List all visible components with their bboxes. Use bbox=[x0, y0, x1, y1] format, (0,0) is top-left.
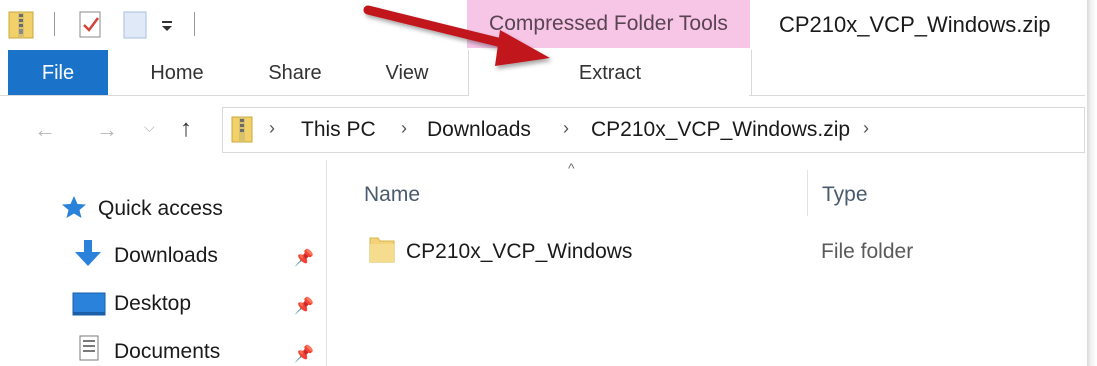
navpane-desktop[interactable]: Desktop bbox=[114, 292, 191, 316]
navpane-documents[interactable]: Documents bbox=[114, 340, 220, 364]
breadcrumb-zip[interactable]: CP210x_VCP_Windows.zip bbox=[591, 118, 850, 142]
tab-file[interactable]: File bbox=[8, 50, 108, 96]
annotation-arrow-icon bbox=[363, 5, 550, 66]
column-header-type[interactable]: Type bbox=[822, 183, 868, 207]
customize-toolbar-icon[interactable] bbox=[160, 18, 176, 34]
window-edge-shadow bbox=[1087, 0, 1097, 366]
ribbon-divider-gap bbox=[469, 95, 749, 96]
sort-ascending-icon: ^ bbox=[568, 160, 575, 176]
pin-icon[interactable]: 📌 bbox=[294, 248, 314, 268]
recent-locations-chevron-icon[interactable]: ⌵ bbox=[144, 119, 155, 136]
breadcrumb-chevron-icon[interactable]: › bbox=[863, 118, 869, 139]
desktop-icon bbox=[72, 292, 106, 316]
properties-icon[interactable] bbox=[78, 10, 104, 40]
breadcrumb-this-pc[interactable]: This PC bbox=[301, 118, 376, 142]
up-arrow-icon[interactable]: ↑ bbox=[180, 115, 192, 143]
pin-icon[interactable]: 📌 bbox=[294, 296, 314, 316]
zip-folder-icon[interactable] bbox=[8, 8, 34, 40]
download-arrow-icon bbox=[75, 240, 101, 266]
documents-icon bbox=[79, 335, 99, 361]
toolbar-separator bbox=[194, 12, 195, 36]
window-title: CP210x_VCP_Windows.zip bbox=[779, 12, 1051, 37]
table-row[interactable]: CP210x_VCP_Windows File folder bbox=[356, 226, 1086, 274]
navpane-quick-access[interactable]: Quick access bbox=[98, 197, 223, 221]
breadcrumb-chevron-icon[interactable]: › bbox=[401, 118, 407, 139]
column-separator[interactable] bbox=[807, 170, 808, 216]
address-bar[interactable]: › This PC › Downloads › CP210x_VCP_Windo… bbox=[222, 107, 1085, 153]
forward-arrow-icon[interactable]: → bbox=[96, 117, 118, 143]
breadcrumb-chevron-icon[interactable]: › bbox=[269, 118, 275, 139]
toolbar-separator bbox=[54, 12, 55, 36]
folder-icon bbox=[369, 237, 395, 263]
tab-share[interactable]: Share bbox=[248, 50, 342, 96]
breadcrumb-downloads[interactable]: Downloads bbox=[427, 118, 531, 142]
tab-home[interactable]: Home bbox=[130, 50, 224, 96]
pin-icon[interactable]: 📌 bbox=[294, 344, 314, 364]
back-arrow-icon[interactable]: ← bbox=[34, 117, 56, 143]
breadcrumb-chevron-icon[interactable]: › bbox=[563, 118, 569, 139]
column-header-name[interactable]: Name bbox=[364, 183, 420, 207]
file-name: CP210x_VCP_Windows bbox=[406, 240, 633, 263]
star-icon bbox=[62, 196, 86, 218]
navpane-downloads[interactable]: Downloads bbox=[114, 244, 218, 268]
zip-folder-icon bbox=[231, 116, 253, 143]
new-folder-icon[interactable] bbox=[122, 10, 148, 40]
file-type: File folder bbox=[821, 240, 914, 263]
navpane-divider bbox=[326, 160, 327, 366]
